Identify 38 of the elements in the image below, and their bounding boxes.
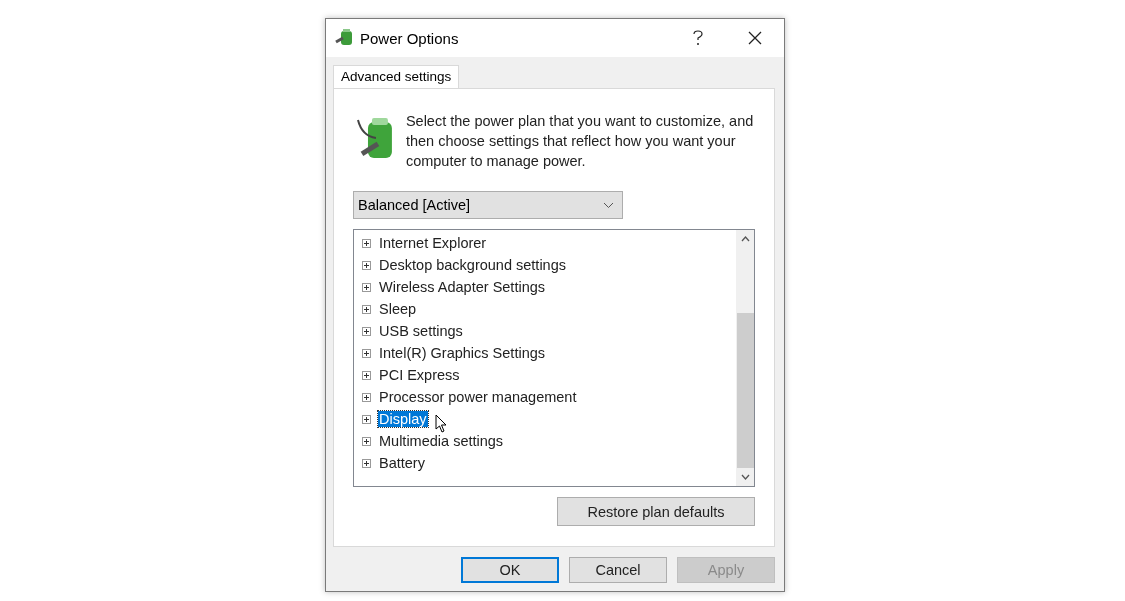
tree-item[interactable]: Multimedia settings bbox=[378, 433, 505, 449]
expand-icon[interactable] bbox=[362, 238, 371, 248]
expand-icon[interactable] bbox=[362, 436, 371, 446]
expand-icon[interactable] bbox=[362, 304, 371, 314]
tree-item[interactable]: USB settings bbox=[378, 323, 464, 339]
tree-item[interactable]: Wireless Adapter Settings bbox=[378, 279, 547, 295]
plan-dropdown[interactable]: Balanced [Active] bbox=[353, 191, 623, 219]
dialog-button[interactable]: OK bbox=[461, 557, 559, 583]
restore-defaults-button[interactable]: Restore plan defaults bbox=[557, 497, 755, 526]
scroll-down-icon[interactable] bbox=[740, 474, 750, 480]
tree-item[interactable]: Intel(R) Graphics Settings bbox=[378, 345, 546, 361]
expand-icon[interactable] bbox=[362, 458, 371, 468]
expand-icon[interactable] bbox=[362, 370, 371, 380]
tree-item[interactable]: PCI Express bbox=[378, 367, 461, 383]
expand-icon[interactable] bbox=[362, 282, 371, 292]
expand-icon[interactable] bbox=[362, 260, 371, 270]
expand-icon[interactable] bbox=[362, 348, 371, 358]
window-title: Power Options bbox=[360, 29, 460, 47]
expand-icon[interactable] bbox=[362, 326, 371, 336]
expand-icon[interactable] bbox=[362, 392, 371, 402]
battery-plug-icon bbox=[335, 28, 355, 48]
instruction-text: Select the power plan that you want to customize, and then choose settings that reflect how you want your computer to manage power. bbox=[405, 112, 755, 171]
tree-item[interactable]: Sleep bbox=[378, 301, 418, 317]
tree-item[interactable]: Display bbox=[378, 411, 428, 427]
chevron-down-icon bbox=[603, 201, 614, 209]
dialog-button[interactable]: Cancel bbox=[569, 557, 667, 583]
tree-item[interactable]: Internet Explorer bbox=[378, 235, 488, 251]
help-icon[interactable] bbox=[692, 30, 704, 46]
mouse-pointer-icon bbox=[434, 413, 447, 433]
tree-item[interactable]: Desktop background settings bbox=[378, 257, 567, 273]
scroll-up-icon[interactable] bbox=[740, 236, 750, 242]
tree-item[interactable]: Battery bbox=[378, 455, 426, 471]
scrollbar[interactable] bbox=[736, 230, 754, 486]
expand-icon[interactable] bbox=[362, 414, 371, 424]
tab[interactable]: Advanced settings bbox=[333, 65, 460, 88]
tree-item[interactable]: Processor power management bbox=[378, 389, 578, 405]
scrollbar-thumb[interactable] bbox=[736, 313, 754, 468]
close-icon[interactable] bbox=[748, 31, 762, 45]
